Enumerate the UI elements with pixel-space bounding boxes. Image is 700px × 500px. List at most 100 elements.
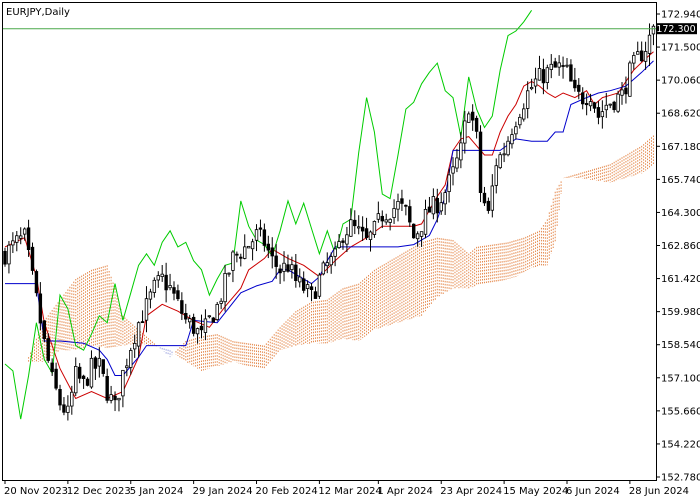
candle-body — [608, 103, 612, 106]
candle-body — [121, 369, 125, 397]
candle-body — [15, 235, 19, 243]
candle-body — [254, 229, 259, 241]
candle-body — [632, 55, 636, 64]
candle — [81, 374, 86, 389]
candle-body — [518, 116, 522, 126]
x-tick-label: 20 Feb 2024 — [256, 486, 318, 497]
candle-body — [274, 255, 278, 267]
candle-body — [50, 362, 54, 373]
candle-body — [66, 405, 70, 413]
candle-body — [231, 251, 235, 271]
candle-body — [537, 68, 542, 81]
candle — [148, 288, 153, 309]
candle-body — [207, 315, 212, 318]
candle-body — [643, 51, 648, 62]
candle-body — [427, 206, 432, 213]
candle-body — [431, 196, 436, 215]
candle — [514, 121, 518, 140]
candle-body — [211, 317, 215, 323]
candle-body — [486, 200, 491, 211]
candle — [498, 152, 502, 170]
x-tick-label: 12 Dec 2023 — [67, 486, 131, 497]
candle — [172, 281, 176, 301]
candle — [160, 265, 164, 282]
candle-body — [624, 87, 628, 95]
candle — [356, 215, 361, 235]
candle-body — [176, 290, 180, 300]
candle-body — [262, 229, 267, 246]
candle — [117, 397, 121, 412]
candle-body — [419, 231, 424, 237]
candle — [188, 314, 192, 329]
candle-body — [215, 304, 219, 320]
candle-body — [345, 234, 349, 245]
candle — [294, 254, 298, 288]
candle — [341, 238, 345, 250]
candle — [647, 23, 652, 67]
candle — [384, 213, 388, 225]
candle-body — [160, 273, 164, 277]
candle-body — [164, 274, 168, 291]
candle-body — [7, 244, 11, 265]
candle — [400, 189, 404, 212]
candle-body — [467, 113, 471, 123]
candle — [176, 284, 180, 302]
candle — [156, 271, 160, 288]
price-chart[interactable]: 172.940 171.500 170.060 168.620 167.180 165.7… — [0, 0, 700, 500]
candle — [557, 55, 561, 76]
candle — [616, 90, 620, 114]
candle-body — [349, 219, 353, 237]
y-tick-label: 159.980 — [661, 307, 700, 318]
candle — [321, 260, 326, 276]
candle — [184, 303, 188, 324]
candle-body — [376, 213, 381, 220]
y-tick-label: 152.780 — [661, 473, 700, 484]
candle — [19, 227, 23, 245]
candle-body — [482, 192, 487, 204]
candle — [573, 67, 577, 92]
candle — [301, 271, 306, 294]
candle — [537, 55, 542, 81]
x-tick-label: 20 Nov 2023 — [4, 486, 68, 497]
candle-body — [356, 226, 361, 229]
candle-body — [199, 325, 204, 331]
x-tick-label: 6 Jun 2024 — [566, 486, 620, 497]
candle-body — [97, 357, 102, 367]
candle — [628, 60, 632, 97]
x-tick-label: 29 Jan 2024 — [193, 486, 253, 497]
candle-body — [478, 131, 483, 193]
candle-body — [588, 101, 593, 107]
candle-body — [227, 272, 231, 275]
candle — [490, 174, 495, 218]
candle — [250, 238, 255, 261]
candle-body — [278, 268, 282, 274]
candle — [525, 81, 530, 119]
candle-body — [423, 208, 428, 235]
candle — [600, 100, 605, 129]
candle — [34, 269, 39, 297]
candle-body — [415, 233, 420, 240]
candle-body — [42, 320, 46, 339]
x-tick-label: 5 Jan 2024 — [130, 486, 184, 497]
candle-body — [235, 253, 239, 256]
candle — [180, 292, 184, 321]
candle — [270, 237, 274, 269]
candle — [93, 356, 98, 380]
candle — [388, 218, 392, 231]
candle-body — [258, 227, 263, 230]
y-tick-label: 164.300 — [661, 208, 700, 219]
candle-body — [553, 61, 557, 68]
candle — [474, 115, 479, 139]
candle — [529, 78, 534, 91]
candle-body — [463, 120, 467, 144]
candle-body — [616, 93, 620, 112]
x-tick-label: 15 May 2024 — [503, 486, 568, 497]
candle — [431, 188, 436, 220]
candle — [380, 210, 384, 229]
candle-body — [46, 338, 50, 361]
candle — [459, 132, 463, 169]
candle-body — [455, 157, 459, 169]
candle-body — [89, 357, 94, 388]
candle — [423, 199, 428, 239]
candle-body — [298, 276, 302, 283]
